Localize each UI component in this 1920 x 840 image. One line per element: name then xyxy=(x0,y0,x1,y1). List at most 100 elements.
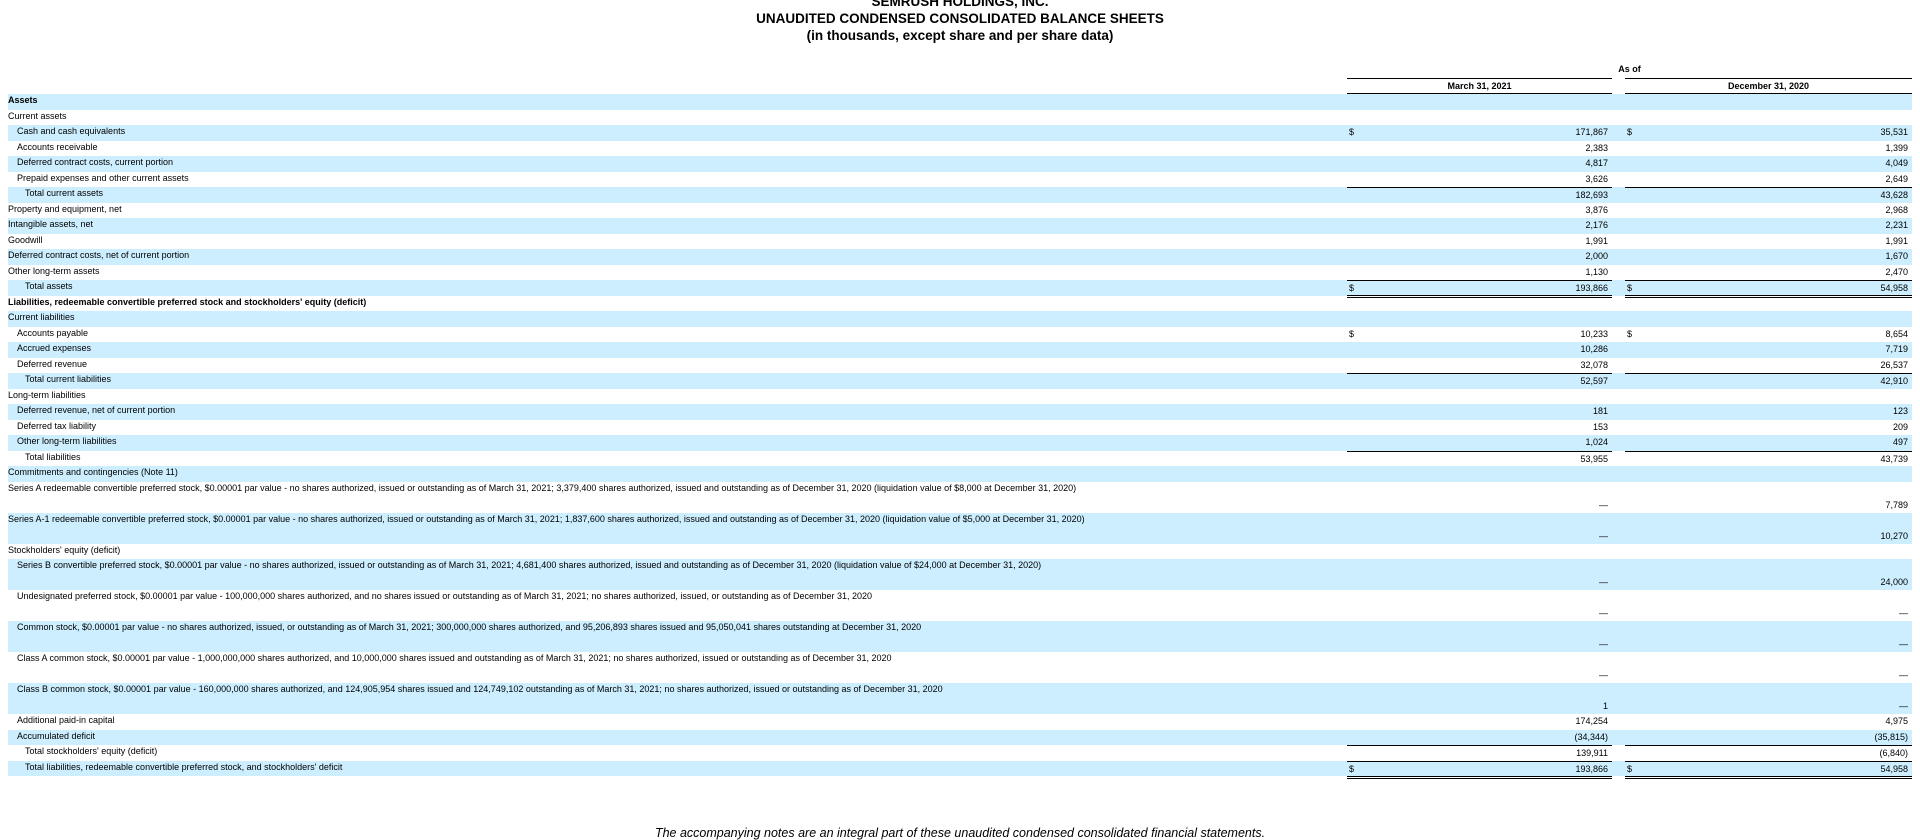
value-december-2020: 497 xyxy=(1625,435,1912,449)
row-label: Accounts receivable xyxy=(17,141,98,152)
amount: 1,024 xyxy=(1585,437,1608,447)
table-row: Property and equipment, net 3,876 2,968 xyxy=(8,203,1912,219)
table-row: Commitments and contingencies (Note 11) xyxy=(8,466,1912,482)
value-march-2021: 139,911 xyxy=(1347,745,1612,760)
value-december-2020: $54,958 xyxy=(1625,760,1912,779)
amount: 54,958 xyxy=(1880,283,1908,293)
table-row: Liabilities, redeemable convertible pref… xyxy=(8,296,1912,312)
row-label: Class B common stock, $0.00001 par value… xyxy=(17,684,943,694)
dollar-sign: $ xyxy=(1349,328,1355,339)
amount: 24,000 xyxy=(1880,577,1908,587)
amount: 181 xyxy=(1592,406,1608,416)
value-march-2021: 3,626 xyxy=(1347,172,1612,186)
row-label: Deferred revenue xyxy=(17,358,88,369)
amount: 8,654 xyxy=(1885,328,1908,339)
value-march-2021: 3,876 xyxy=(1347,203,1612,217)
row-label: Total liabilities, redeemable convertibl… xyxy=(25,761,343,772)
row-label: Total stockholders' equity (deficit) xyxy=(25,746,158,756)
amount: 7,789 xyxy=(1885,499,1908,510)
value-march-2021: 181 xyxy=(1347,404,1612,418)
as-of-header: As of xyxy=(1618,64,1641,74)
row-label: Total current liabilities xyxy=(25,374,112,384)
value-december-2020: 1,399 xyxy=(1625,141,1912,155)
amount: 4,817 xyxy=(1585,158,1608,168)
table-row: Current liabilities xyxy=(8,311,1912,327)
value-december-2020: 24,000 xyxy=(1625,575,1912,589)
value-march-2021: — xyxy=(1347,668,1612,682)
amount: — xyxy=(1599,499,1608,510)
amount: 43,739 xyxy=(1880,453,1908,464)
table-row: Common stock, $0.00001 par value - no sh… xyxy=(8,621,1912,652)
value-march-2021: — xyxy=(1347,606,1612,620)
value-march-2021: 10,286 xyxy=(1347,342,1612,356)
table-row: Class B common stock, $0.00001 par value… xyxy=(8,683,1912,714)
table-row: Accrued expenses 10,286 7,719 xyxy=(8,342,1912,358)
value-december-2020: — xyxy=(1625,637,1912,651)
value-march-2021: 1,024 xyxy=(1347,435,1612,449)
amount: 182,693 xyxy=(1575,190,1608,200)
table-row: Total assets $193,866 $54,958 xyxy=(8,280,1912,298)
amount: 2,649 xyxy=(1885,173,1908,184)
amount: 54,958 xyxy=(1880,763,1908,774)
amount: — xyxy=(1899,608,1908,618)
value-march-2021: (34,344) xyxy=(1347,730,1612,744)
table-row: Other long-term liabilities 1,024 497 xyxy=(8,435,1912,451)
table-row: Long-term liabilities xyxy=(8,389,1912,405)
amount: 2,176 xyxy=(1585,220,1608,230)
row-label: Accrued expenses xyxy=(17,343,92,353)
amount: 1,399 xyxy=(1885,142,1908,153)
row-label: Stockholders' equity (deficit) xyxy=(8,544,121,555)
row-label: Cash and cash equivalents xyxy=(17,126,126,136)
row-label: Accumulated deficit xyxy=(17,730,96,741)
statement-units: (in thousands, except share and per shar… xyxy=(806,28,1114,43)
amount: — xyxy=(1599,639,1608,649)
amount: 42,910 xyxy=(1880,376,1908,386)
amount: — xyxy=(1899,670,1908,680)
table-row: Total stockholders' equity (deficit) 139,… xyxy=(8,745,1912,761)
amount: 1,130 xyxy=(1585,266,1608,277)
value-march-2021: 182,693 xyxy=(1347,187,1612,202)
table-row: Deferred revenue, net of current portion… xyxy=(8,404,1912,420)
table-row: Cash and cash equivalents $171,867 $35,531 xyxy=(8,125,1912,141)
amount: — xyxy=(1899,639,1908,649)
amount: 7,719 xyxy=(1885,344,1908,354)
dollar-sign: $ xyxy=(1349,763,1355,774)
amount: 497 xyxy=(1892,437,1908,447)
value-march-2021: 1,130 xyxy=(1347,265,1612,279)
value-december-2020: 42,910 xyxy=(1625,373,1912,388)
table-row: Assets xyxy=(8,94,1912,110)
value-march-2021: 153 xyxy=(1347,420,1612,434)
amount: 43,628 xyxy=(1880,190,1908,200)
table-row: Deferred revenue 32,078 26,537 xyxy=(8,358,1912,374)
amount: 193,866 xyxy=(1575,283,1608,293)
value-december-2020: — xyxy=(1625,606,1912,620)
amount: — xyxy=(1599,608,1608,618)
amount: 10,286 xyxy=(1580,344,1608,354)
table-row: Accounts receivable 2,383 1,399 xyxy=(8,141,1912,157)
amount: 2,968 xyxy=(1885,204,1908,215)
amount: 1,670 xyxy=(1885,251,1908,261)
value-december-2020: 43,739 xyxy=(1625,450,1912,466)
value-march-2021: 52,597 xyxy=(1347,373,1612,388)
table-row: Series B convertible preferred stock, $0… xyxy=(8,559,1912,590)
value-march-2021: $193,866 xyxy=(1347,760,1612,779)
table-row: Deferred contract costs, current portion… xyxy=(8,156,1912,172)
dollar-sign: $ xyxy=(1627,763,1633,774)
amount: 3,626 xyxy=(1585,173,1608,184)
amount: 3,876 xyxy=(1585,204,1608,215)
row-label: Liabilities, redeemable convertible pref… xyxy=(8,296,367,307)
table-row: Deferred tax liability 153 209 xyxy=(8,420,1912,436)
row-label: Common stock, $0.00001 par value - no sh… xyxy=(17,622,922,632)
row-label: Long-term liabilities xyxy=(8,389,86,400)
value-december-2020: 2,649 xyxy=(1625,172,1912,186)
value-march-2021: $10,233 xyxy=(1347,327,1612,341)
value-december-2020: 26,537 xyxy=(1625,358,1912,372)
amount: 4,049 xyxy=(1885,158,1908,168)
row-label: Deferred contract costs, net of current … xyxy=(8,250,190,260)
value-march-2021: 2,176 xyxy=(1347,218,1612,232)
value-december-2020: 2,968 xyxy=(1625,203,1912,217)
value-march-2021: — xyxy=(1347,498,1612,512)
value-march-2021: 174,254 xyxy=(1347,714,1612,728)
value-march-2021: — xyxy=(1347,637,1612,651)
value-march-2021: 1,991 xyxy=(1347,234,1612,248)
